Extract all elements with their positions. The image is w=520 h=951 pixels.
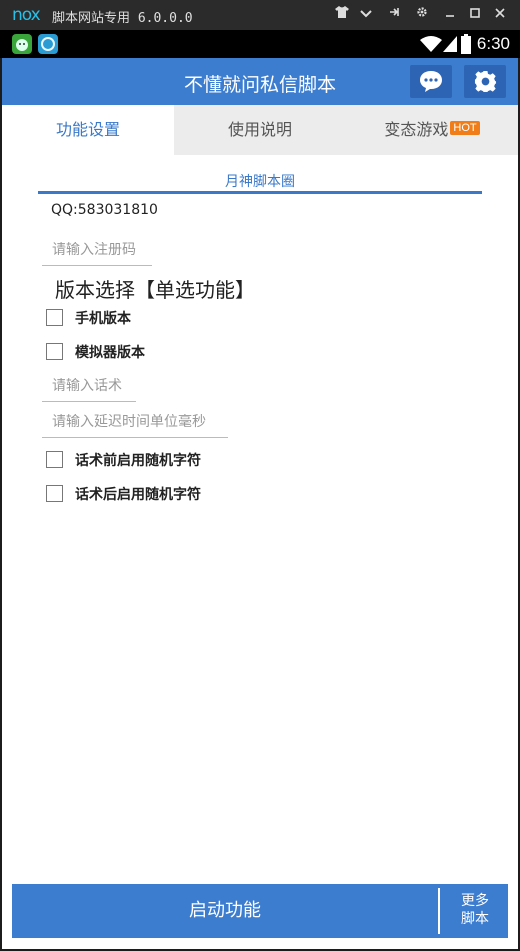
section-title: 月神脚本圈 [225, 174, 295, 190]
checkbox-label: 话术前启用随机字符 [75, 453, 201, 469]
registration-code-input[interactable] [52, 242, 142, 258]
checkbox-label: 话术后启用随机字符 [75, 487, 201, 503]
footer-divider [438, 888, 440, 934]
tab-label: 功能设置 [55, 120, 120, 139]
checkbox-box[interactable] [46, 343, 63, 360]
start-button[interactable]: 启动功能 [12, 884, 438, 938]
wifi-icon [420, 36, 442, 56]
checkbox-phone-version[interactable]: 手机版本 [46, 306, 246, 330]
checkbox-emulator-version[interactable]: 模拟器版本 [46, 340, 246, 364]
hot-badge: HOT [450, 121, 480, 135]
nox-logo: nox [12, 5, 41, 25]
chat-button[interactable] [410, 65, 452, 98]
app-screen: 不懂就问私信脚本 功能设置 使用说明 变态游戏 HOT 月神脚本圈 QQ:5830… [2, 58, 518, 949]
close-icon[interactable] [489, 4, 511, 26]
gear-icon[interactable] [411, 4, 433, 26]
more-label-line1: 更多 [461, 893, 489, 909]
checkbox-label: 手机版本 [75, 311, 131, 327]
app-icon-green [12, 34, 32, 54]
tab-bar: 功能设置 使用说明 变态游戏 HOT [2, 105, 518, 155]
tab-function-settings[interactable]: 功能设置 [2, 105, 174, 155]
tab-usage-instructions[interactable]: 使用说明 [174, 105, 346, 155]
section-divider [38, 191, 482, 194]
checkbox-box[interactable] [46, 485, 63, 502]
more-scripts-button[interactable]: 更多 脚本 [442, 892, 508, 928]
settings-button[interactable] [464, 65, 506, 98]
chat-icon [420, 71, 442, 92]
script-text-input[interactable] [52, 378, 126, 394]
tab-label: 变态游戏 [384, 120, 449, 139]
checkbox-box[interactable] [46, 451, 63, 468]
emulator-title: 脚本网站专用 6.0.0.0 [52, 11, 193, 26]
checkbox-label: 模拟器版本 [75, 345, 145, 361]
app-header: 不懂就问私信脚本 [2, 58, 518, 105]
more-label-line2: 脚本 [461, 911, 489, 927]
qq-contact: QQ:583031810 [51, 202, 158, 218]
signal-icon [443, 36, 457, 56]
delay-time-field[interactable] [42, 410, 228, 438]
shirt-icon[interactable] [331, 4, 353, 26]
tab-label: 使用说明 [227, 120, 292, 139]
emulator-title-bar: nox 脚本网站专用 6.0.0.0 [0, 0, 520, 30]
minimize-icon[interactable] [439, 4, 461, 26]
checkbox-suffix-random[interactable]: 话术后启用随机字符 [46, 482, 306, 506]
settings-icon [474, 70, 497, 93]
delay-time-input[interactable] [52, 414, 218, 430]
version-heading: 版本选择【单选功能】 [55, 278, 255, 302]
checkbox-prefix-random[interactable]: 话术前启用随机字符 [46, 448, 306, 472]
footer-bar: 启动功能 更多 脚本 [12, 884, 508, 938]
registration-code-field[interactable] [42, 238, 152, 266]
checkbox-box[interactable] [46, 309, 63, 326]
pin-icon[interactable] [383, 4, 405, 26]
script-text-field[interactable] [42, 374, 136, 402]
status-bar: 6:30 [0, 30, 520, 58]
app-icon-blue [38, 34, 58, 54]
tab-hot-games[interactable]: 变态游戏 HOT [346, 105, 518, 155]
chevron-down-icon[interactable] [355, 4, 377, 26]
clock: 6:30 [476, 34, 510, 53]
maximize-icon[interactable] [464, 4, 486, 26]
battery-icon [461, 34, 471, 58]
